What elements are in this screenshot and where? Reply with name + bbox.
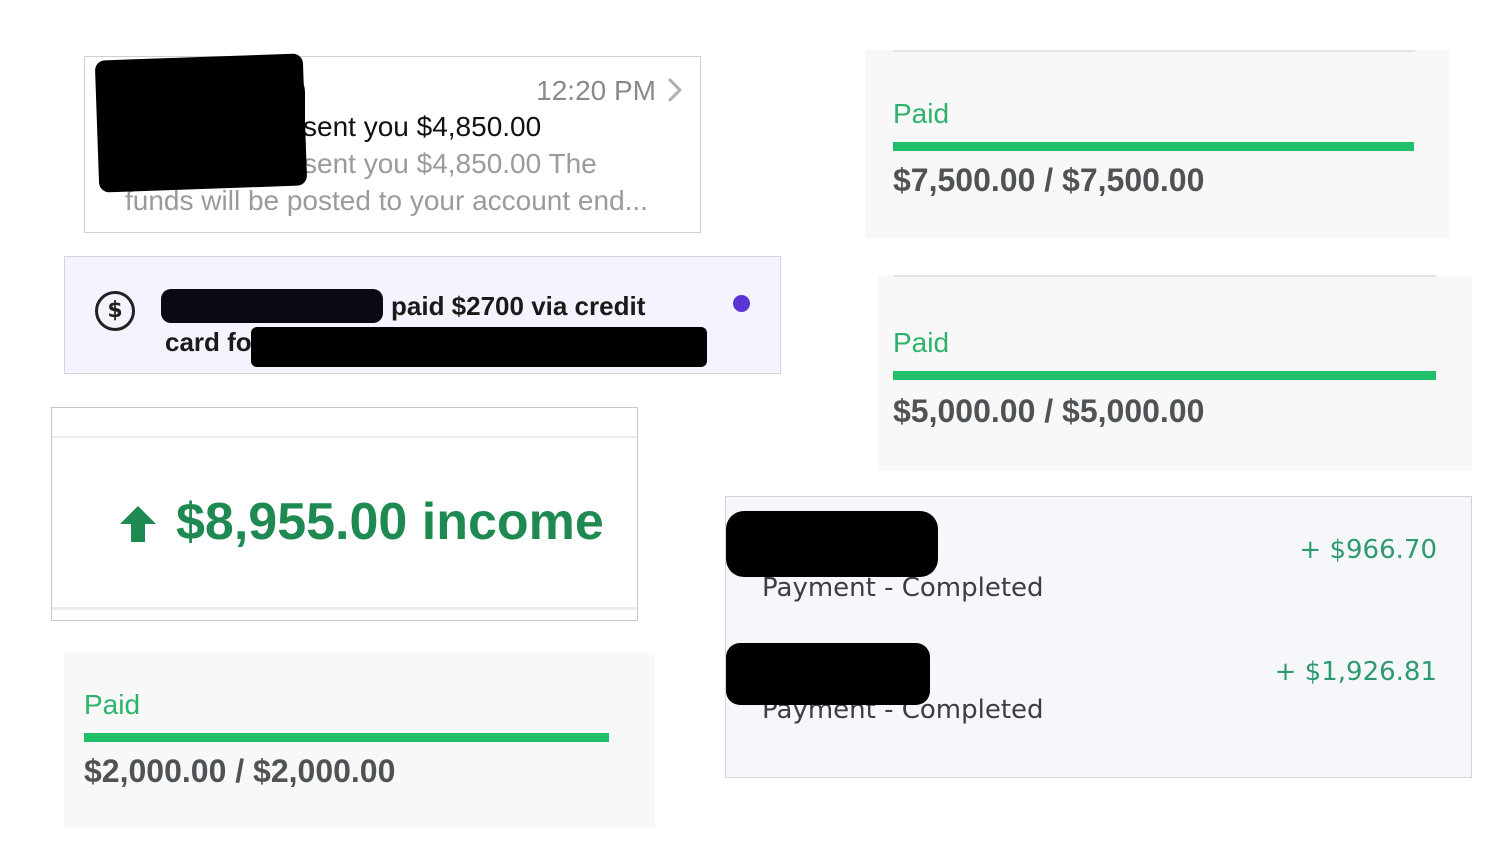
notification-text: paid $2700 via credit: [391, 291, 646, 321]
payment-notification-card[interactable]: $ paid $2700 via credit card fo: [64, 256, 781, 374]
dollar-circle-icon: $: [95, 291, 135, 331]
arrow-up-icon: [120, 506, 156, 542]
paid-amounts: $5,000.00 / $5,000.00: [893, 393, 1205, 429]
chevron-right-icon: [668, 78, 682, 102]
paid-progress-bar: [84, 733, 609, 742]
divider: [893, 50, 1415, 52]
income-amount: $8,955.00 income: [176, 493, 604, 551]
notification-text-continued: card fo: [165, 327, 252, 357]
paid-label: Paid: [893, 327, 950, 358]
redaction-mark: [161, 289, 383, 323]
unread-dot: [733, 295, 750, 312]
paid-amounts: $7,500.00 / $7,500.00: [893, 162, 1205, 198]
paid-progress-card: Paid $2,000.00 / $2,000.00: [64, 653, 655, 828]
divider: [52, 436, 637, 438]
message-title: sent you $4,850.00: [303, 111, 542, 142]
paid-progress-card: Paid $5,000.00 / $5,000.00: [878, 275, 1472, 471]
income-summary-card: $8,955.00 income: [51, 407, 638, 621]
message-preview-continued: funds will be posted to your account end…: [125, 185, 648, 216]
redaction-mark: [726, 643, 930, 705]
payment-status: Payment - Completed: [762, 573, 1044, 603]
paid-progress-bar: [893, 371, 1436, 380]
redaction-mark: [726, 511, 938, 577]
redaction-mark: [115, 63, 305, 178]
message-time: 12:20 PM: [536, 75, 656, 106]
divider: [893, 275, 1436, 277]
payment-amount: + $1,926.81: [1274, 657, 1437, 687]
paid-progress-bar: [893, 142, 1414, 151]
message-preview: sent you $4,850.00 The: [303, 148, 597, 179]
payments-list-card: + $966.70 Payment - Completed + $1,926.8…: [725, 496, 1472, 778]
paid-label: Paid: [84, 689, 141, 720]
message-notification-card[interactable]: 12:20 PM sent you $4,850.00 sent you $4,…: [84, 53, 701, 233]
redaction-mark: [251, 327, 707, 367]
paid-progress-card: Paid $7,500.00 / $7,500.00: [865, 50, 1449, 238]
paid-amounts: $2,000.00 / $2,000.00: [84, 753, 396, 789]
divider: [52, 607, 637, 610]
paid-label: Paid: [893, 98, 950, 129]
payment-amount: + $966.70: [1299, 535, 1437, 565]
